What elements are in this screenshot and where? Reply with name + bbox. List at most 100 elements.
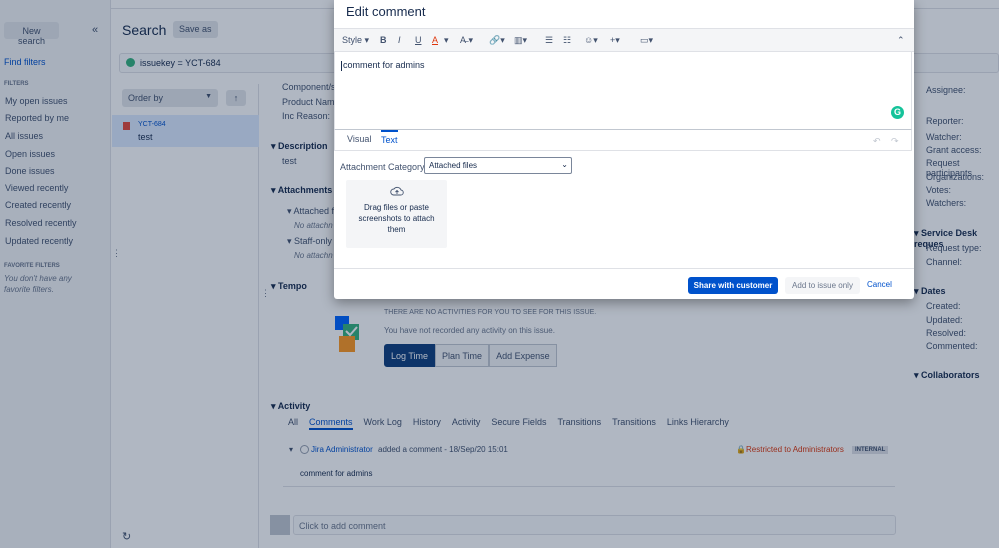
issue-type-icon: [123, 122, 130, 130]
attachment-dropzone[interactable]: Drag files or paste screenshots to attac…: [346, 180, 447, 248]
restricted-label: Restricted to Administrators: [746, 445, 844, 454]
field-label: Product Name: [282, 97, 340, 107]
log-time-button[interactable]: Log Time: [384, 344, 436, 367]
sort-direction-button[interactable]: ↑: [226, 90, 246, 106]
attachment-category-value: Attached files: [429, 161, 478, 170]
share-with-customer-button[interactable]: Share with customer: [688, 277, 778, 294]
tab-comments[interactable]: Comments: [309, 417, 353, 430]
bullet-list-icon[interactable]: ☰: [545, 35, 553, 46]
collapse-toolbar-icon[interactable]: ⌃: [897, 35, 905, 46]
find-filters-link[interactable]: Find filters: [4, 57, 46, 67]
list-item[interactable]: YCT-684 test: [112, 115, 259, 147]
chevron-down-icon[interactable]: ▾: [289, 445, 293, 454]
chevron-down-icon: ⌄: [561, 160, 568, 169]
redo-icon[interactable]: ↷: [891, 136, 899, 147]
new-search-button[interactable]: New search: [4, 22, 59, 46]
comment-header: ▾ Jira Administrator added a comment - 1…: [289, 444, 895, 458]
attachment-icon[interactable]: ▥▾: [514, 35, 527, 46]
comment-body: comment for admins: [300, 469, 373, 478]
page-title: Search: [122, 22, 167, 38]
filter-all-issues[interactable]: All issues: [5, 131, 43, 141]
issue-summary: test: [138, 132, 153, 142]
description-heading[interactable]: ▾ Description: [271, 141, 328, 152]
field-label: Inc Reason:: [282, 111, 331, 121]
tab-secure-fields[interactable]: Secure Fields: [491, 417, 546, 430]
jql-query-text: issuekey = YCT-684: [140, 58, 221, 68]
cancel-link[interactable]: Cancel: [867, 280, 892, 289]
emoji-icon[interactable]: ☺▾: [584, 35, 598, 46]
tab-transitions[interactable]: Transitions: [557, 417, 601, 430]
filter-viewed-recently[interactable]: Viewed recently: [5, 183, 68, 193]
preview-icon[interactable]: ▭▾: [640, 35, 653, 46]
attachment-category-select[interactable]: Attached files ⌄: [424, 157, 572, 174]
italic-icon[interactable]: I: [398, 35, 401, 45]
collapse-sidebar-icon[interactable]: «: [92, 24, 98, 36]
comment-editor[interactable]: comment for admins G: [334, 52, 912, 129]
numbered-list-icon[interactable]: ☷: [563, 35, 571, 46]
divider: [283, 486, 895, 487]
attachment-category-label: Attachment Category: [340, 162, 425, 172]
watchers-label: Watchers:: [926, 198, 967, 208]
attachments-heading[interactable]: ▾ Attachments: [271, 185, 332, 196]
watcher-label: Watcher:: [926, 132, 962, 142]
undo-icon[interactable]: ↶: [873, 136, 881, 147]
favorite-filters-heading: FAVORITE FILTERS: [4, 263, 60, 269]
results-list: Order by ▼ ↑ YCT-684 test: [112, 84, 259, 548]
valid-check-icon: [126, 58, 135, 67]
filter-created-recently[interactable]: Created recently: [5, 200, 71, 210]
plan-time-button[interactable]: Plan Time: [435, 344, 490, 367]
filter-updated-recently[interactable]: Updated recently: [5, 236, 73, 246]
collaborators-heading[interactable]: ▾ Collaborators: [914, 370, 980, 381]
tab-links-hierarchy[interactable]: Links Hierarchy: [667, 417, 729, 430]
filter-done-issues[interactable]: Done issues: [5, 166, 55, 176]
style-dropdown[interactable]: Style ▾: [342, 35, 369, 46]
dates-heading[interactable]: ▾ Dates: [914, 286, 946, 297]
dialog-footer: Share with customer Add to issue only Ca…: [334, 268, 914, 299]
filter-my-open-issues[interactable]: My open issues: [5, 96, 68, 106]
add-expense-button[interactable]: Add Expense: [489, 344, 557, 367]
filter-open-issues[interactable]: Open issues: [5, 149, 55, 159]
attached-files-section[interactable]: ▾ Attached f: [287, 206, 334, 217]
add-to-issue-only-button[interactable]: Add to issue only: [785, 277, 860, 294]
tab-activity[interactable]: Activity: [452, 417, 481, 430]
tab-work-log[interactable]: Work Log: [364, 417, 402, 430]
grammarly-icon[interactable]: G: [891, 106, 904, 119]
tab-history[interactable]: History: [413, 417, 441, 430]
add-comment-field[interactable]: Click to add comment: [293, 515, 896, 535]
tempo-logo-icon: [335, 316, 359, 352]
dropzone-text: Drag files or paste screenshots to attac…: [358, 203, 435, 234]
votes-label: Votes:: [926, 185, 952, 195]
text-color-icon[interactable]: A: [432, 35, 438, 45]
tab-transitions-2[interactable]: Transitions: [612, 417, 656, 430]
tab-text[interactable]: Text: [381, 130, 398, 145]
editor-content[interactable]: comment for admins: [341, 60, 425, 71]
tempo-empty-submessage: You have not recorded any activity on th…: [384, 326, 555, 335]
comment-author-link[interactable]: Jira Administrator: [311, 445, 373, 454]
resize-handle[interactable]: ⋮: [112, 248, 121, 259]
comment-meta: added a comment - 18/Sep/20 15:01: [378, 445, 508, 454]
assignee-label: Assignee:: [926, 85, 966, 95]
tempo-heading[interactable]: ▾ Tempo: [271, 281, 307, 292]
filter-reported-by-me[interactable]: Reported by me: [5, 113, 69, 123]
no-attachments-text: No attachn: [294, 221, 333, 230]
chevron-down-icon[interactable]: ▾: [444, 35, 449, 46]
activity-heading[interactable]: ▾ Activity: [271, 401, 310, 412]
underline-icon[interactable]: U: [415, 35, 422, 45]
grant-access-label: Grant access:: [926, 145, 982, 155]
bold-icon[interactable]: B: [380, 35, 387, 45]
request-type-label: Request type:: [926, 243, 982, 253]
tab-all[interactable]: All: [288, 417, 298, 430]
tab-visual[interactable]: Visual: [347, 134, 371, 144]
chevron-down-icon: ▼: [205, 93, 212, 100]
field-label: Component/s:: [282, 82, 339, 92]
more-formatting-icon[interactable]: A̶ ▾: [460, 35, 473, 46]
issue-key[interactable]: YCT-684: [138, 121, 166, 128]
created-label: Created:: [926, 301, 961, 311]
staff-only-section[interactable]: ▾ Staff-only: [287, 236, 332, 247]
save-as-button[interactable]: Save as: [173, 21, 218, 38]
link-icon[interactable]: 🔗▾: [489, 35, 505, 46]
order-by-dropdown[interactable]: Order by ▼: [122, 89, 218, 107]
resize-handle[interactable]: ⋮: [261, 288, 270, 299]
insert-more-icon[interactable]: +▾: [610, 35, 620, 46]
filter-resolved-recently[interactable]: Resolved recently: [5, 218, 77, 228]
